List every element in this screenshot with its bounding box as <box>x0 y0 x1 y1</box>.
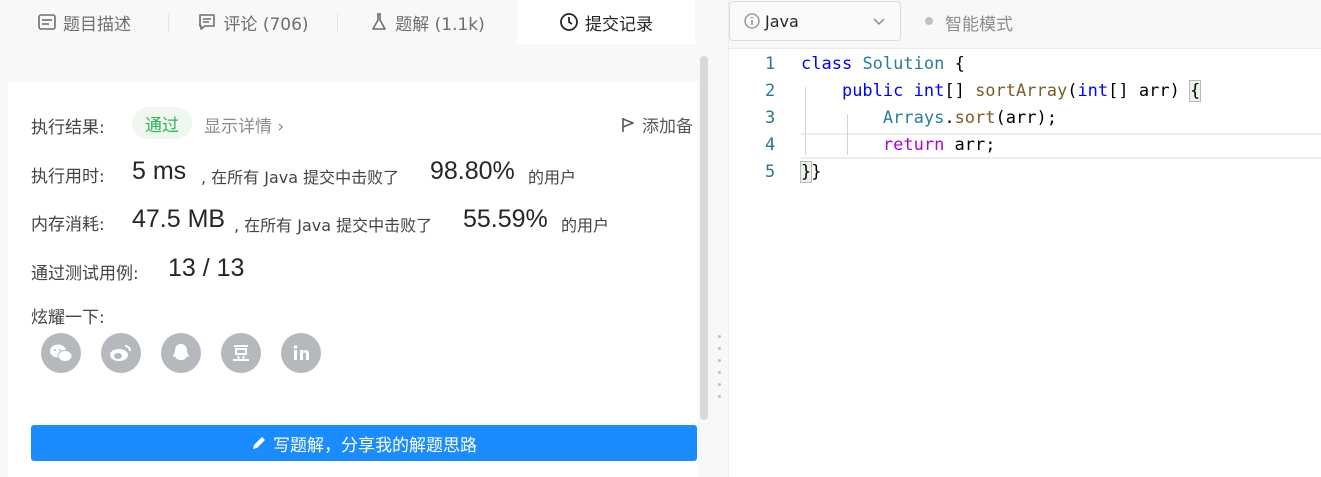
tab-label: 题目描述 <box>63 14 131 35</box>
code-token: int <box>1077 81 1109 101</box>
tab-comments[interactable]: 评论 (706) <box>169 0 337 44</box>
qq-icon[interactable] <box>161 333 201 373</box>
tab-label: 评论 (706) <box>223 14 309 35</box>
add-note-button[interactable]: 添加备 <box>619 112 693 137</box>
line-number: 5 <box>765 162 776 182</box>
description-icon <box>37 12 57 32</box>
language-select[interactable]: Java <box>729 1 901 41</box>
runtime-suffix: 的用户 <box>528 168 577 187</box>
mode-indicator-icon <box>925 17 933 25</box>
grip-dot <box>718 359 721 362</box>
comment-icon <box>197 12 217 32</box>
code-token: Arrays <box>882 108 945 128</box>
grip-dot <box>718 347 721 350</box>
line-number: 1 <box>765 54 776 74</box>
clock-icon <box>559 12 579 32</box>
flag-icon <box>619 116 637 134</box>
line-number: 2 <box>765 81 776 101</box>
line-number: 3 <box>765 108 776 128</box>
grip-dot <box>718 335 721 338</box>
tab-solutions[interactable]: 题解 (1.1k) <box>338 0 516 44</box>
code-line: Arrays.sort(arr); <box>882 108 1057 128</box>
tab-label: 提交记录 <box>585 14 653 35</box>
code-line: public int[] sortArray(int[] arr) { <box>841 80 1202 102</box>
tab-submissions[interactable]: 提交记录 <box>517 0 695 44</box>
weibo-icon[interactable] <box>101 333 141 373</box>
tab-label: 题解 (1.1k) <box>395 14 485 35</box>
share-label: 炫耀一下: <box>31 308 105 328</box>
scrollbar[interactable] <box>700 56 708 420</box>
code-line: return arr; <box>882 135 996 155</box>
runtime-text: , 在所有 Java 提交中击败了 <box>201 168 400 187</box>
code-token: Solution <box>862 54 945 74</box>
memory-text: , 在所有 Java 提交中击败了 <box>234 216 433 235</box>
testcases-value: 13 / 13 <box>168 254 245 282</box>
code-token: int <box>913 81 945 101</box>
tab-description[interactable]: 题目描述 <box>0 0 168 44</box>
memory-suffix: 的用户 <box>561 216 610 235</box>
code-token: return <box>882 135 945 155</box>
memory-percent: 55.59% <box>463 205 548 233</box>
code-editor[interactable]: 1 2 3 4 5 class Solution { public int[] … <box>729 50 1321 477</box>
matched-bracket: { <box>1189 80 1202 102</box>
submission-panel: 题目描述 评论 (706) 题解 (1.1k) 提交记录 执行结果: 通过 显示… <box>0 0 712 477</box>
code-line: }} <box>799 161 822 183</box>
smart-mode-toggle[interactable]: 智能模式 <box>945 10 1013 35</box>
wechat-icon[interactable] <box>41 333 81 373</box>
show-details-link[interactable]: 显示详情 › <box>204 112 284 137</box>
language-value: Java <box>765 11 799 31</box>
memory-value: 47.5 MB <box>132 205 226 233</box>
code-line: class Solution { <box>801 54 965 74</box>
code-token: sort <box>954 108 996 128</box>
grip-dot <box>718 395 721 398</box>
code-token: class <box>801 54 853 74</box>
panel-resizer[interactable] <box>712 0 729 477</box>
status-badge: 通过 <box>132 107 192 139</box>
pencil-icon <box>251 435 267 451</box>
runtime-percent: 98.80% <box>430 157 515 185</box>
testcases-label: 通过测试用例: <box>31 264 139 284</box>
write-solution-button[interactable]: 写题解，分享我的解题思路 <box>31 425 697 461</box>
code-token: public <box>841 81 904 101</box>
chevron-down-icon <box>872 14 886 28</box>
flask-icon <box>369 12 389 32</box>
write-solution-label: 写题解，分享我的解题思路 <box>273 435 477 456</box>
tab-bar: 题目描述 评论 (706) 题解 (1.1k) 提交记录 <box>0 0 712 44</box>
grip-dot <box>718 371 721 374</box>
runtime-label: 执行用时: <box>31 167 105 187</box>
code-token: sortArray <box>975 81 1068 101</box>
line-number: 4 <box>765 135 776 155</box>
runtime-value: 5 ms <box>132 157 187 185</box>
add-note-label: 添加备 <box>642 117 693 137</box>
douban-icon[interactable] <box>221 333 261 373</box>
result-label: 执行结果: <box>31 118 105 138</box>
grip-dot <box>718 383 721 386</box>
matched-bracket: } <box>799 161 813 183</box>
toolbar-divider <box>729 48 1321 49</box>
linkedin-icon[interactable] <box>281 333 321 373</box>
memory-label: 内存消耗: <box>31 215 105 235</box>
info-icon <box>744 13 760 29</box>
